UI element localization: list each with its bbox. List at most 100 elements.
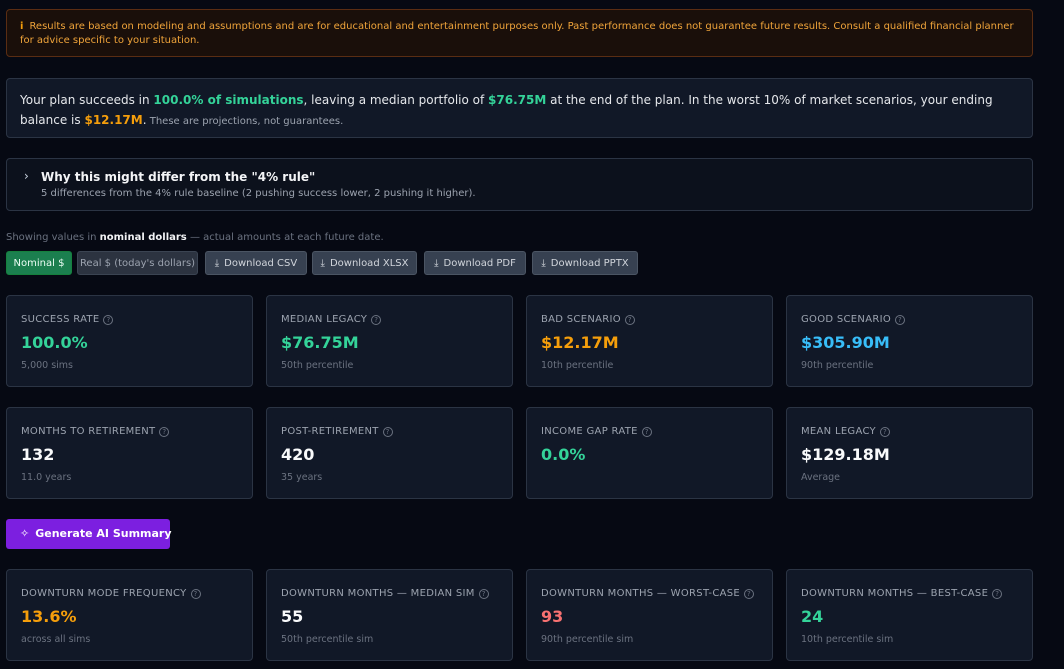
- summary-success-pct: 100.0% of simulations: [153, 93, 304, 107]
- help-icon[interactable]: ?: [624, 315, 635, 325]
- why-subtitle: 5 differences from the 4% rule baseline …: [41, 188, 476, 199]
- help-icon[interactable]: ?: [371, 315, 382, 325]
- sparkle-icon: ✧: [20, 527, 30, 540]
- help-icon[interactable]: ?: [159, 427, 170, 437]
- help-icon[interactable]: ?: [879, 427, 890, 437]
- card-label: DOWNTURN MONTHS — BEST-CASE?: [801, 588, 1003, 599]
- card-label-text: DOWNTURN MODE FREQUENCY: [21, 588, 187, 599]
- help-icon[interactable]: ?: [103, 315, 114, 325]
- card-label: DOWNTURN MODE FREQUENCY?: [21, 588, 201, 599]
- card-label-text: DOWNTURN MONTHS — MEDIAN SIM: [281, 588, 475, 599]
- summary-median: $76.75M: [488, 93, 547, 107]
- card-label: BAD SCENARIO?: [541, 314, 635, 325]
- real-dollars-button[interactable]: Real $ (today's dollars): [77, 251, 198, 275]
- median-legacy-card: MEDIAN LEGACY? $76.75M 50th percentile: [266, 295, 513, 387]
- card-caption: 5,000 sims: [21, 360, 74, 371]
- xlsx-label: Download XLSX: [329, 258, 409, 269]
- disclaimer-text: Results are based on modeling and assump…: [20, 21, 1014, 46]
- card-label: GOOD SCENARIO?: [801, 314, 906, 325]
- help-icon[interactable]: ?: [895, 315, 906, 325]
- download-pdf-button[interactable]: ⤓ Download PDF: [424, 251, 526, 275]
- card-label-text: SUCCESS RATE: [21, 314, 100, 325]
- success-rate-card: SUCCESS RATE? 100.0% 5,000 sims: [6, 295, 253, 387]
- card-value: $305.90M: [801, 333, 890, 352]
- card-caption: 10th percentile sim: [801, 634, 894, 645]
- card-caption: 90th percentile: [801, 360, 874, 371]
- downturn-best-case-card: DOWNTURN MONTHS — BEST-CASE? 24 10th per…: [786, 569, 1033, 661]
- card-caption: 11.0 years: [21, 472, 72, 483]
- nominal-label: Nominal $: [13, 258, 65, 269]
- help-icon[interactable]: ?: [190, 589, 201, 599]
- card-label: MONTHS TO RETIREMENT?: [21, 426, 170, 437]
- download-pptx-button[interactable]: ⤓ Download PPTX: [532, 251, 638, 275]
- income-gap-rate-card: INCOME GAP RATE? 0.0%: [526, 407, 773, 499]
- pptx-label: Download PPTX: [550, 258, 629, 269]
- download-icon: ⤓: [541, 258, 546, 269]
- download-xlsx-button[interactable]: ⤓ Download XLSX: [312, 251, 417, 275]
- nominal-dollars-button[interactable]: Nominal $: [6, 251, 72, 275]
- pdf-label: Download PDF: [443, 258, 516, 269]
- help-icon[interactable]: ?: [744, 589, 755, 599]
- card-value: 13.6%: [21, 607, 77, 626]
- bad-scenario-card: BAD SCENARIO? $12.17M 10th percentile: [526, 295, 773, 387]
- showing-values-note: Showing values in nominal dollars — actu…: [6, 232, 384, 243]
- download-icon: ⤓: [214, 258, 220, 269]
- help-icon[interactable]: ?: [992, 589, 1003, 599]
- download-icon: ⤓: [320, 258, 325, 269]
- months-to-retirement-card: MONTHS TO RETIREMENT? 132 11.0 years: [6, 407, 253, 499]
- showing-prefix: Showing values in: [6, 232, 100, 243]
- card-value: 100.0%: [21, 333, 88, 352]
- card-label: DOWNTURN MONTHS — MEDIAN SIM?: [281, 588, 489, 599]
- card-label-text: MEAN LEGACY: [801, 426, 876, 437]
- summary-text-1: Your plan succeeds in: [20, 93, 154, 107]
- card-label-text: BAD SCENARIO: [541, 314, 621, 325]
- card-value: $129.18M: [801, 445, 890, 464]
- card-label: SUCCESS RATE?: [21, 314, 114, 325]
- card-label-text: DOWNTURN MONTHS — WORST-CASE: [541, 588, 741, 599]
- chevron-right-icon[interactable]: ›: [24, 169, 29, 183]
- card-label: INCOME GAP RATE?: [541, 426, 652, 437]
- card-label: DOWNTURN MONTHS — WORST-CASE?: [541, 588, 755, 599]
- card-value: 24: [801, 607, 824, 626]
- csv-label: Download CSV: [224, 258, 298, 269]
- card-label: POST-RETIREMENT?: [281, 426, 393, 437]
- card-label: MEAN LEGACY?: [801, 426, 890, 437]
- card-caption: 90th percentile sim: [541, 634, 634, 645]
- card-value: $76.75M: [281, 333, 359, 352]
- card-caption: 50th percentile: [281, 360, 354, 371]
- plan-summary: Your plan succeeds in 100.0% of simulati…: [6, 78, 1033, 138]
- card-caption: across all sims: [21, 634, 91, 645]
- generate-ai-summary-button[interactable]: ✧ Generate AI Summary: [6, 519, 172, 549]
- card-label: MEDIAN LEGACY?: [281, 314, 382, 325]
- help-icon[interactable]: ?: [641, 427, 652, 437]
- ai-button-label: Generate AI Summary: [35, 527, 172, 540]
- help-icon[interactable]: ?: [382, 427, 393, 437]
- card-value: $12.17M: [541, 333, 619, 352]
- card-value: 93: [541, 607, 564, 626]
- summary-text-2: , leaving a median portfolio of: [303, 93, 489, 107]
- four-percent-rule-disclosure[interactable]: › Why this might differ from the "4% rul…: [6, 158, 1033, 211]
- card-caption: 10th percentile: [541, 360, 614, 371]
- downturn-frequency-card: DOWNTURN MODE FREQUENCY? 13.6% across al…: [6, 569, 253, 661]
- card-value: 420: [281, 445, 315, 464]
- help-icon[interactable]: ?: [478, 589, 489, 599]
- showing-mode: nominal dollars: [99, 232, 187, 243]
- summary-worst: $12.17M: [84, 113, 143, 127]
- showing-suffix: — actual amounts at each future date.: [186, 232, 384, 243]
- card-label-text: INCOME GAP RATE: [541, 426, 638, 437]
- download-icon: ⤓: [434, 258, 439, 269]
- download-csv-button[interactable]: ⤓ Download CSV: [205, 251, 307, 275]
- card-value: 0.0%: [541, 445, 586, 464]
- card-label-text: DOWNTURN MONTHS — BEST-CASE: [801, 588, 989, 599]
- card-caption: 50th percentile sim: [281, 634, 374, 645]
- disclaimer-banner: i Results are based on modeling and assum…: [6, 9, 1033, 57]
- card-value: 55: [281, 607, 304, 626]
- downturn-worst-case-card: DOWNTURN MONTHS — WORST-CASE? 93 90th pe…: [526, 569, 773, 661]
- card-caption: 35 years: [281, 472, 323, 483]
- mean-legacy-card: MEAN LEGACY? $129.18M Average: [786, 407, 1033, 499]
- why-title[interactable]: Why this might differ from the "4% rule": [41, 170, 315, 184]
- real-label: Real $ (today's dollars): [79, 258, 196, 269]
- info-icon: i: [20, 21, 24, 32]
- card-value: 132: [21, 445, 55, 464]
- summary-note: These are projections, not guarantees.: [146, 116, 344, 127]
